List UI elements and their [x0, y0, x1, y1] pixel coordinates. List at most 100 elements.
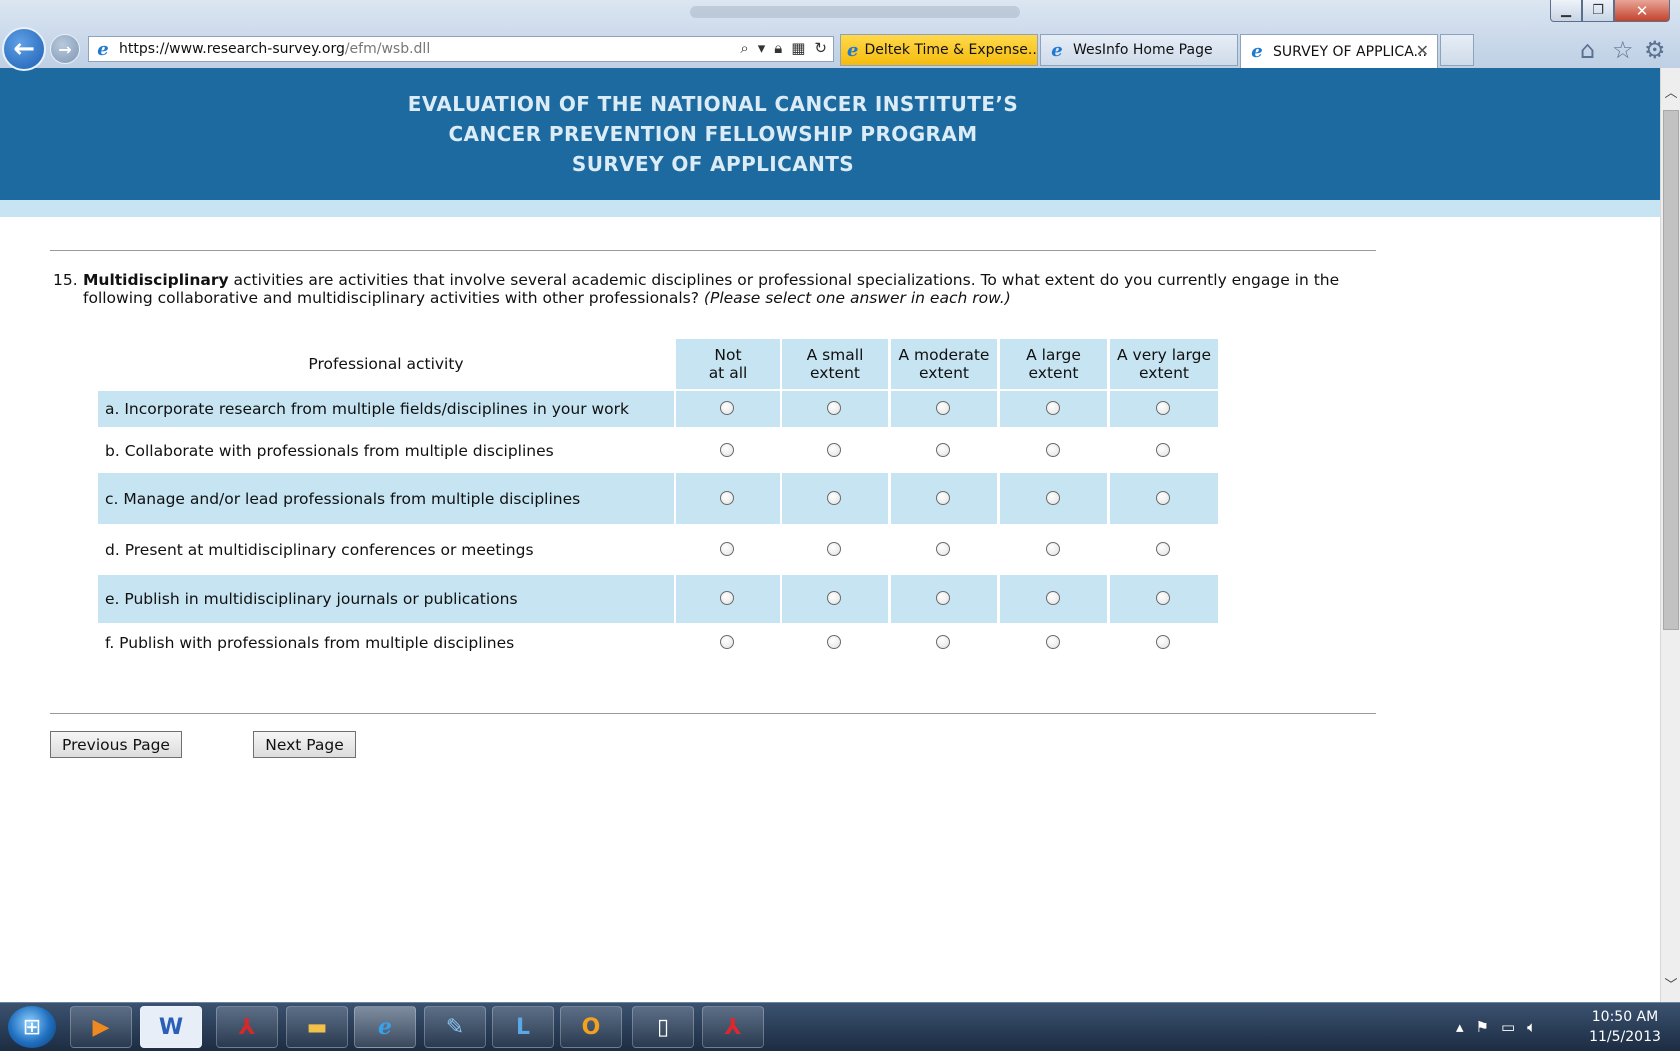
response-radio[interactable]: [1045, 541, 1060, 556]
response-cell: [676, 623, 780, 663]
scroll-down-icon[interactable]: ﹀: [1661, 972, 1680, 994]
acrobat-icon[interactable]: ⅄: [216, 1006, 278, 1048]
response-radio[interactable]: [720, 635, 734, 649]
question-bold-term: Multidisciplinary: [83, 271, 229, 289]
response-radio[interactable]: [720, 443, 734, 457]
response-radio[interactable]: [827, 591, 841, 605]
pdf-icon[interactable]: ⅄: [702, 1006, 764, 1048]
new-tab-button[interactable]: [1440, 34, 1474, 66]
response-cell: [1000, 391, 1107, 427]
back-button[interactable]: ←: [2, 27, 46, 71]
column-header-line-1: A large: [1026, 346, 1081, 364]
word-icon[interactable]: W: [140, 1006, 202, 1048]
response-cell: [891, 623, 997, 663]
tab-survey[interactable]: e SURVEY OF APPLICA... ✕: [1240, 34, 1438, 68]
response-radio[interactable]: [720, 490, 734, 505]
grid-row: c. Manage and/or lead professionals from…: [98, 473, 1220, 524]
action-center-flag-icon[interactable]: ⚑: [1476, 1018, 1489, 1036]
volume-icon[interactable]: 🔈︎: [1527, 1018, 1536, 1036]
address-bar[interactable]: e https://www.research-survey.org/efm/ws…: [88, 36, 834, 62]
response-cell: [676, 575, 780, 623]
response-radio[interactable]: [827, 443, 841, 457]
divider: [50, 250, 1376, 251]
favorites-star-icon[interactable]: ☆: [1612, 36, 1634, 64]
response-radio[interactable]: [1045, 490, 1060, 505]
response-cell: [782, 473, 888, 524]
media-player-icon[interactable]: ▶: [70, 1006, 132, 1048]
response-cell: [676, 429, 780, 473]
response-radio[interactable]: [936, 401, 950, 415]
response-radio[interactable]: [720, 591, 734, 605]
tab-label: SURVEY OF APPLICA...: [1273, 43, 1427, 60]
dropdown-icon[interactable]: ▾: [758, 39, 766, 57]
response-radio[interactable]: [936, 635, 950, 649]
tab-deltek[interactable]: e Deltek Time & Expense...: [840, 34, 1038, 66]
lync-icon[interactable]: L: [492, 1006, 554, 1048]
clock[interactable]: 10:50 AM 11/5/2013: [1580, 1007, 1670, 1047]
response-radio[interactable]: [1156, 443, 1170, 457]
browser-chrome: ▁ ❐ ✕ ← → e https://www.research-survey.…: [0, 0, 1680, 71]
refresh-icon[interactable]: ↻: [814, 39, 827, 57]
response-cell: [1110, 391, 1218, 427]
vertical-scrollbar[interactable]: ︿ ﹀: [1660, 68, 1680, 1002]
gear-icon[interactable]: ⚙: [1644, 36, 1666, 64]
close-window-button[interactable]: ✕: [1614, 0, 1670, 22]
column-header: A very large extent: [1110, 339, 1218, 389]
response-radio[interactable]: [1045, 635, 1060, 649]
response-cell: [891, 429, 997, 473]
column-header-line-2: extent: [1139, 364, 1189, 382]
window-title-bar: [690, 6, 1020, 18]
response-radio[interactable]: [1045, 591, 1060, 605]
show-hidden-icons-icon[interactable]: ▴: [1456, 1018, 1464, 1036]
start-button[interactable]: ⊞: [8, 1006, 56, 1048]
grid-row: a. Incorporate research from multiple fi…: [98, 391, 1220, 427]
notepad-icon[interactable]: ✎: [424, 1006, 486, 1048]
grid-row: e. Publish in multidisciplinary journals…: [98, 575, 1220, 623]
response-radio[interactable]: [1156, 591, 1170, 605]
response-cell: [676, 524, 780, 575]
outlook-icon[interactable]: O: [560, 1006, 622, 1048]
scroll-up-icon[interactable]: ︿: [1661, 80, 1680, 102]
response-radio[interactable]: [827, 490, 841, 505]
ie-page-icon: e: [97, 38, 109, 60]
scroll-thumb[interactable]: [1663, 110, 1679, 630]
response-radio[interactable]: [720, 401, 734, 415]
minimize-button[interactable]: ▁: [1550, 0, 1582, 22]
response-radio[interactable]: [1156, 635, 1170, 649]
column-header-line-2: extent: [1028, 364, 1079, 382]
response-radio[interactable]: [1156, 401, 1170, 415]
response-radio[interactable]: [1156, 541, 1170, 556]
close-tab-icon[interactable]: ✕: [1416, 41, 1429, 60]
home-icon[interactable]: ⌂: [1580, 36, 1595, 64]
column-header-line-1: Not: [714, 346, 742, 364]
response-radio[interactable]: [827, 635, 841, 649]
response-radio[interactable]: [1045, 443, 1060, 457]
response-radio[interactable]: [827, 541, 841, 556]
next-page-button[interactable]: Next Page: [253, 731, 356, 758]
document-icon[interactable]: ▯: [632, 1006, 694, 1048]
header-line-2: CANCER PREVENTION FELLOWSHIP PROGRAM: [448, 122, 978, 146]
file-explorer-icon[interactable]: ▬: [286, 1006, 348, 1048]
response-cell: [1110, 524, 1218, 575]
lock-icon[interactable]: 🔒︎: [774, 39, 782, 57]
maximize-button[interactable]: ❐: [1582, 0, 1614, 22]
forward-button[interactable]: →: [50, 34, 80, 64]
response-cell: [1110, 473, 1218, 524]
tab-wesinfo[interactable]: e WesInfo Home Page: [1040, 34, 1238, 66]
response-cell: [782, 391, 888, 427]
response-radio[interactable]: [936, 490, 950, 505]
previous-page-button[interactable]: Previous Page: [50, 731, 182, 758]
internet-explorer-icon[interactable]: e: [354, 1006, 416, 1048]
header-line-3: SURVEY OF APPLICANTS: [571, 152, 855, 176]
row-label: f. Publish with professionals from multi…: [105, 634, 515, 652]
response-radio[interactable]: [936, 443, 950, 457]
response-radio[interactable]: [936, 541, 950, 556]
response-radio[interactable]: [720, 541, 734, 556]
compatibility-icon[interactable]: ▦: [791, 39, 805, 57]
search-icon[interactable]: ⌕: [740, 39, 748, 57]
network-icon[interactable]: ▭: [1501, 1018, 1515, 1036]
response-radio[interactable]: [1156, 490, 1170, 505]
response-radio[interactable]: [936, 591, 950, 605]
response-radio[interactable]: [827, 401, 841, 415]
response-radio[interactable]: [1045, 401, 1060, 415]
